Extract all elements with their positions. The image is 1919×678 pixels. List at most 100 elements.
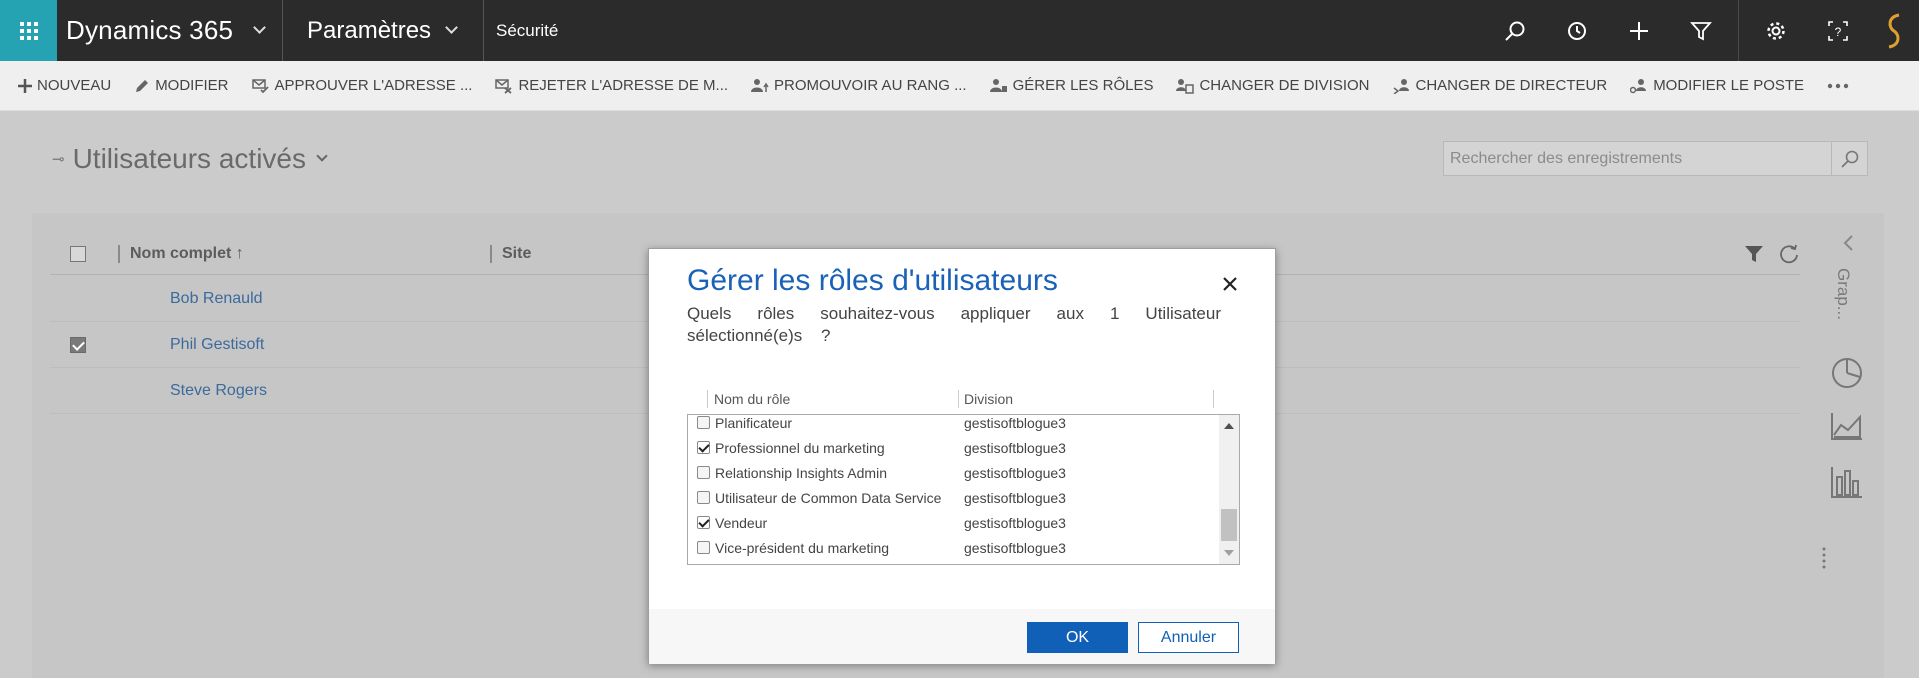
role-row[interactable]: Utilisateur de Common Data Service gesti… [688, 485, 1218, 510]
area-name: Paramètres [307, 16, 432, 44]
role-name: Utilisateur de Common Data Service [715, 489, 942, 506]
view-selector[interactable]: ⊸ Utilisateurs activés [52, 143, 328, 175]
column-divider [118, 244, 120, 263]
scroll-down-arrow-icon[interactable] [1224, 550, 1234, 556]
area-switcher[interactable]: Paramètres [283, 17, 483, 45]
search-button[interactable] [1484, 0, 1546, 61]
row-checkbox[interactable] [70, 336, 86, 353]
user-name-link[interactable]: Bob Renauld [170, 290, 263, 308]
role-checkbox[interactable] [697, 416, 710, 429]
role-row[interactable]: Professionnel du marketing gestisoftblog… [688, 435, 1218, 460]
change-manager-button[interactable]: CHANGER DE DIRECTEUR [1393, 77, 1608, 94]
dialog-description: Quels rôles souhaitez-vous appliquer aux… [687, 304, 1221, 345]
scroll-up-arrow-icon[interactable] [1224, 423, 1234, 429]
column-divider [1213, 390, 1214, 408]
change-position-button[interactable]: MODIFIER LE POSTE [1630, 77, 1804, 94]
user-name-link[interactable]: Phil Gestisoft [170, 336, 264, 354]
role-list-header: Nom du rôle Division [687, 388, 1243, 410]
role-division: gestisoftblogue3 [964, 414, 1066, 431]
edit-button[interactable]: MODIFIER [134, 77, 229, 94]
change-manager-icon [1393, 78, 1409, 94]
help-button[interactable]: ? [1807, 0, 1869, 61]
change-position-label: MODIFIER LE POSTE [1653, 77, 1805, 94]
scroll-thumb[interactable] [1221, 509, 1237, 541]
search-icon [1840, 150, 1858, 168]
search-button[interactable] [1831, 142, 1867, 175]
change-manager-label: CHANGER DE DIRECTEUR [1415, 77, 1608, 94]
refresh-icon[interactable] [1778, 243, 1800, 265]
role-row[interactable]: Vendeur gestisoftblogue3 [688, 510, 1218, 535]
collapse-chevron-icon[interactable] [1842, 235, 1854, 251]
settings-button[interactable] [1745, 0, 1807, 61]
help-icon: ? [1828, 20, 1848, 41]
create-button[interactable] [1608, 0, 1670, 61]
grid-tools [1744, 243, 1800, 265]
app-name: Dynamics 365 [66, 15, 234, 45]
role-list-scrollbar[interactable] [1219, 415, 1239, 564]
chevron-down-icon [253, 21, 267, 34]
app-launcher-button[interactable] [0, 0, 57, 61]
role-checkbox[interactable] [697, 516, 710, 529]
role-name: Relationship Insights Admin [715, 464, 887, 481]
filter-icon[interactable] [1744, 245, 1764, 263]
bar-chart-icon[interactable] [1830, 465, 1864, 499]
role-division: gestisoftblogue3 [964, 514, 1066, 531]
history-icon [1568, 21, 1586, 40]
approve-mail-icon [251, 78, 269, 93]
promote-button[interactable]: PROMOUVOIR AU RANG ... [751, 77, 967, 94]
role-division: gestisoftblogue3 [964, 489, 1066, 506]
promote-label: PROMOUVOIR AU RANG ... [774, 77, 967, 94]
role-name: Planificateur [715, 414, 793, 431]
column-header-division[interactable]: Division [964, 391, 1213, 407]
new-button[interactable]: NOUVEAU [18, 77, 111, 94]
reject-email-label: REJETER L'ADRESSE DE M... [518, 77, 729, 94]
role-checkbox[interactable] [697, 541, 710, 554]
column-header-site[interactable]: Site [502, 245, 531, 263]
area-chart-icon[interactable] [1830, 411, 1864, 441]
filter-icon [1690, 21, 1712, 40]
role-checkbox[interactable] [697, 441, 710, 454]
app-switcher[interactable]: Dynamics 365 [57, 15, 282, 46]
resize-handle-icon[interactable] [1821, 546, 1827, 570]
recent-button[interactable] [1546, 0, 1608, 61]
advanced-find-button[interactable] [1670, 0, 1732, 61]
approve-email-button[interactable]: APPROUVER L'ADRESSE ... [251, 77, 472, 94]
chevron-down-icon [445, 21, 458, 34]
role-division: gestisoftblogue3 [964, 464, 1066, 481]
ok-button[interactable]: OK [1027, 622, 1128, 653]
promote-user-icon [751, 78, 769, 92]
more-commands-button[interactable] [1827, 83, 1854, 89]
role-row[interactable]: Planificateur gestisoftblogue3 [688, 414, 1218, 435]
user-name-link[interactable]: Steve Rogers [170, 382, 267, 400]
new-label: NOUVEAU [37, 77, 112, 94]
charts-pane-label[interactable]: Grap... [1833, 268, 1853, 320]
change-position-icon [1630, 78, 1647, 93]
pie-chart-icon[interactable] [1830, 356, 1864, 390]
plus-icon [18, 78, 32, 93]
reject-email-button[interactable]: REJETER L'ADRESSE DE M... [495, 77, 728, 94]
brand-logo-icon [1888, 13, 1900, 48]
pin-icon[interactable]: ⊸ [52, 150, 65, 168]
column-header-fullname[interactable]: Nom complet ↑ [130, 245, 490, 263]
role-row[interactable]: Vice-président du marketing gestisoftblo… [688, 535, 1218, 560]
breadcrumb[interactable]: Sécurité [484, 21, 558, 41]
close-button[interactable] [1219, 273, 1241, 295]
manage-roles-dialog: Gérer les rôles d'utilisateurs Quels rôl… [648, 248, 1276, 664]
plus-icon [1630, 21, 1648, 40]
change-division-button[interactable]: CHANGER DE DIVISION [1176, 77, 1370, 94]
role-checkbox[interactable] [697, 491, 710, 504]
column-header-role[interactable]: Nom du rôle [714, 391, 958, 407]
waffle-icon [19, 21, 38, 40]
role-division: gestisoftblogue3 [964, 539, 1066, 556]
user-profile-button[interactable] [1869, 0, 1919, 61]
cancel-button[interactable]: Annuler [1138, 622, 1239, 653]
reject-mail-icon [495, 78, 513, 94]
role-checkbox[interactable] [697, 466, 710, 479]
select-all-checkbox[interactable] [70, 245, 86, 262]
role-row[interactable]: Relationship Insights Admin gestisoftblo… [688, 460, 1218, 485]
command-bar: NOUVEAU MODIFIER APPROUVER L'ADRESSE ...… [0, 61, 1919, 111]
search-input[interactable] [1444, 142, 1831, 175]
close-icon [1223, 277, 1237, 291]
pencil-icon [136, 79, 149, 92]
manage-roles-button[interactable]: GÉRER LES RÔLES [989, 77, 1153, 94]
